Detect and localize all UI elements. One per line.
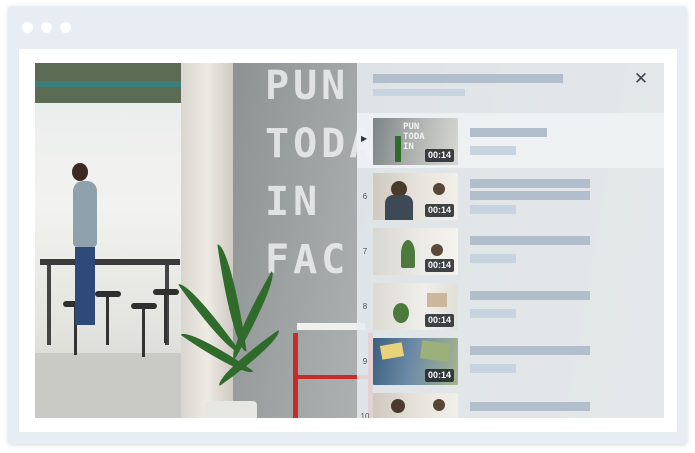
item-title-placeholder: [470, 402, 590, 411]
duration-badge: 00:14: [424, 149, 454, 162]
item-index: 9: [362, 357, 368, 366]
item-title-placeholder: [470, 291, 590, 300]
playlist-title-placeholder: [373, 74, 563, 83]
scene-stool-leg: [142, 309, 145, 357]
thumbnail-art: [433, 399, 445, 411]
window-dot-minimize[interactable]: [41, 22, 52, 33]
thumbnail-art: [431, 244, 443, 256]
item-title-placeholder: [470, 128, 547, 137]
scene-person-body: [73, 181, 97, 247]
playlist-panel: ✕ ▶ PUN TODA IN 00:14 6 00:14 7 00:14 8 …: [357, 63, 664, 418]
playlist-subtitle-placeholder: [373, 89, 465, 96]
scene-table-leg: [47, 265, 51, 345]
thumbnail-art: [391, 399, 405, 413]
play-indicator-icon: ▶: [361, 134, 368, 143]
scene-beam: [35, 81, 181, 87]
browser-window: PUN TODA IN FAC ✕ ▶ PUN TODA IN 00:14 6 …: [8, 6, 687, 444]
close-icon[interactable]: ✕: [631, 69, 651, 89]
duration-badge: 00:14: [424, 314, 454, 327]
item-title-placeholder: [470, 191, 590, 200]
item-index: 8: [362, 302, 368, 311]
playlist-list[interactable]: ▶ PUN TODA IN 00:14 6 00:14 7 00:14 8 00…: [357, 110, 664, 418]
scene-pillar: [181, 63, 233, 418]
page-viewport: PUN TODA IN FAC ✕ ▶ PUN TODA IN 00:14 6 …: [19, 49, 677, 432]
item-meta-placeholder: [470, 205, 516, 214]
item-meta-placeholder: [470, 309, 516, 318]
duration-badge: 00:14: [424, 259, 454, 272]
playlist-item[interactable]: 10: [357, 388, 664, 418]
duration-badge: 00:14: [424, 204, 454, 217]
scene-table: [40, 259, 180, 265]
item-meta-placeholder: [470, 254, 516, 263]
playlist-header: ✕: [357, 63, 664, 110]
thumbnail-art: [395, 136, 401, 162]
item-meta-placeholder: [470, 364, 516, 373]
thumbnail-art: [427, 293, 447, 307]
item-index: 6: [362, 192, 368, 201]
thumbnail[interactable]: 00:14: [373, 283, 458, 330]
video-player[interactable]: PUN TODA IN FAC ✕ ▶ PUN TODA IN 00:14 6 …: [35, 63, 664, 418]
thumbnail-art: [433, 183, 445, 195]
thumbnail-art: [401, 240, 415, 268]
scene-shelf: [297, 323, 365, 330]
window-dot-maximize[interactable]: [60, 22, 71, 33]
item-index: 7: [362, 247, 368, 256]
scene-person-legs: [75, 247, 95, 325]
item-title-placeholder: [470, 236, 590, 245]
scene-person-head: [72, 163, 88, 181]
thumbnail-art: PUN TODA IN: [403, 122, 425, 152]
thumbnail-art: [419, 340, 451, 362]
thumbnail-art: [385, 195, 413, 220]
item-title-placeholder: [470, 179, 590, 188]
scene-stool-leg: [106, 297, 109, 345]
playlist-item[interactable]: ▶ PUN TODA IN 00:14: [357, 113, 664, 168]
thumbnail[interactable]: [373, 393, 458, 418]
item-title-placeholder: [470, 346, 590, 355]
thumbnail[interactable]: 00:14: [373, 338, 458, 385]
window-controls: [22, 22, 71, 33]
playlist-item[interactable]: 9 00:14: [357, 333, 664, 388]
thumbnail[interactable]: PUN TODA IN 00:14: [373, 118, 458, 165]
item-meta-placeholder: [470, 146, 516, 155]
thumbnail-art: [393, 303, 409, 323]
scene-plant-pot: [205, 401, 257, 418]
thumbnail[interactable]: 00:14: [373, 228, 458, 275]
window-dot-close[interactable]: [22, 22, 33, 33]
item-index: 10: [360, 412, 370, 418]
playlist-item[interactable]: 6 00:14: [357, 168, 664, 223]
thumbnail-art: [379, 342, 405, 360]
scene-stool-leg: [164, 295, 167, 343]
thumbnail[interactable]: 00:14: [373, 173, 458, 220]
playlist-item[interactable]: 8 00:14: [357, 278, 664, 333]
duration-badge: 00:14: [424, 369, 454, 382]
playlist-item[interactable]: 7 00:14: [357, 223, 664, 278]
